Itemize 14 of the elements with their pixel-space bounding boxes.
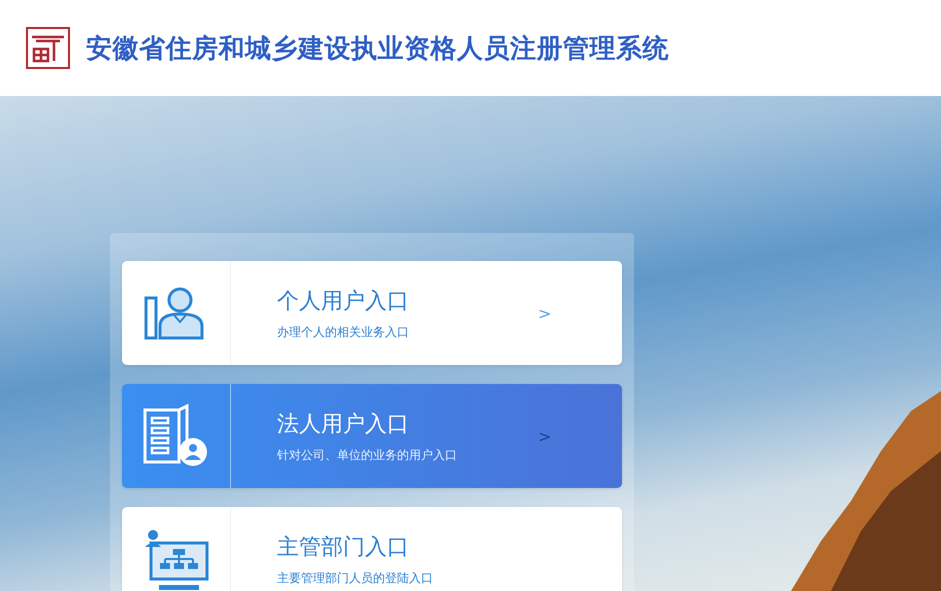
entry-card[interactable]: 个人用户入口 办理个人的相关业务入口 > (122, 261, 622, 365)
entry-title: 法人用户入口 (277, 410, 410, 438)
entry-title: 主管部门入口 (277, 534, 410, 562)
system-title: 安徽省住房和城乡建设执业资格人员注册管理系统 (86, 32, 669, 66)
logo-icon (26, 27, 70, 69)
entry-description: 主要管理部门人员的登陆入口 (277, 570, 434, 586)
entry-card[interactable]: 主管部门入口 主要管理部门人员的登陆入口 (122, 507, 622, 591)
arrow-icon: > (538, 304, 552, 322)
entry-title: 个人用户入口 (277, 288, 410, 316)
entry-description: 针对公司、单位的业务的用户入口 (277, 446, 458, 464)
arrow-icon: > (538, 426, 552, 446)
building-icon (143, 404, 209, 468)
entry-card[interactable]: 法人用户入口 针对公司、单位的业务的用户入口 > (122, 384, 622, 488)
entry-description: 办理个人的相关业务入口 (277, 324, 410, 340)
